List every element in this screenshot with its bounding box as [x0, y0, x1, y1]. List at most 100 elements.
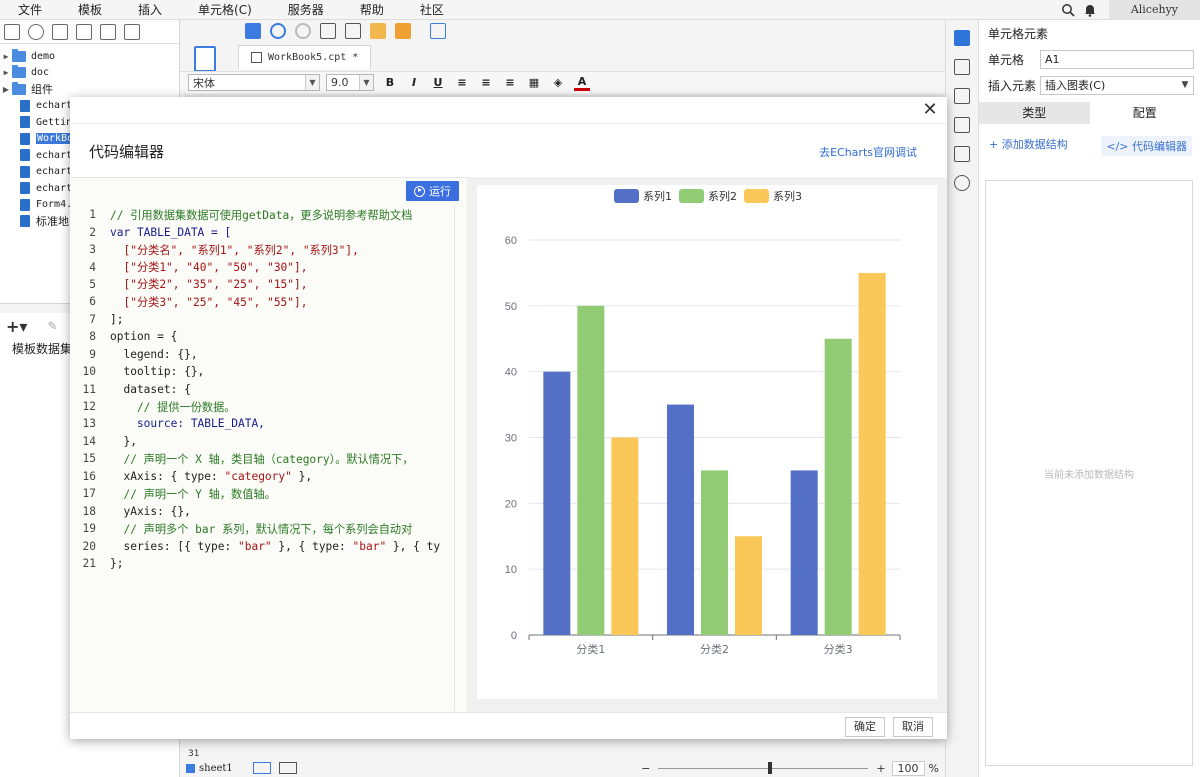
legend-label: 系列2 [708, 189, 737, 203]
menu-insert[interactable]: 插入 [120, 1, 180, 18]
align-right-icon[interactable]: ≡ [502, 75, 518, 91]
zoom-control: − + 100 % [641, 759, 939, 777]
code-text: ["分类2", "35", "25", "15"], [110, 278, 308, 292]
sheet-tab[interactable]: sheet1 [186, 763, 233, 774]
cell-element-icon[interactable] [954, 30, 970, 46]
zoom-slider[interactable] [658, 761, 869, 774]
fill-color-icon[interactable]: ◈ [550, 75, 566, 91]
y-tick-label: 40 [505, 367, 517, 379]
edit-icon[interactable]: ✎ [47, 319, 57, 333]
cut-icon[interactable] [320, 23, 336, 39]
template-icon[interactable] [194, 46, 216, 72]
code-text: ["分类名", "系列1", "系列2", "系列3"], [110, 243, 359, 257]
expand-arrow-icon[interactable]: ▶ [0, 85, 12, 94]
code-line: 12 // 提供一份数据。 [70, 398, 467, 415]
float-element-icon[interactable] [954, 88, 970, 104]
echarts-debug-link[interactable]: 去ECharts官网调试 [819, 144, 917, 160]
tab-config[interactable]: 配置 [1090, 102, 1200, 124]
bar [611, 437, 639, 635]
legend-swatch [679, 189, 704, 203]
run-button[interactable]: 运行 [406, 181, 459, 201]
refresh-icon[interactable] [28, 23, 44, 40]
redo-icon[interactable] [295, 23, 311, 39]
add-sheet-icon[interactable] [252, 762, 271, 774]
align-left-icon[interactable]: ≡ [454, 75, 470, 91]
workbook-tab[interactable]: WorkBook5.cpt * [238, 45, 372, 69]
right-icon-rail [945, 20, 978, 777]
insert-value: 插入图表(C) [1045, 79, 1106, 92]
bold-button[interactable]: B [382, 75, 398, 91]
zoom-out-icon[interactable]: − [641, 762, 650, 775]
file-icon [20, 165, 30, 178]
line-number: 7 [89, 312, 96, 326]
copy-icon[interactable] [124, 23, 140, 40]
tree-item[interactable]: ▶ doc [0, 65, 179, 82]
border-icon[interactable]: ▦ [526, 75, 542, 91]
paste-icon[interactable] [370, 23, 386, 39]
y-tick-label: 50 [505, 301, 517, 313]
cell-input[interactable]: A1 [1040, 49, 1194, 69]
y-tick-label: 60 [505, 235, 517, 247]
code-line: 15 // 声明一个 X 轴，类目轴（category）。默认情况下， [70, 450, 467, 467]
copy-icon[interactable] [345, 23, 361, 39]
cell-attr-icon[interactable] [954, 59, 970, 75]
cancel-button[interactable]: 取消 [893, 717, 933, 737]
menu-help[interactable]: 帮助 [342, 1, 402, 18]
undo-icon[interactable] [270, 23, 286, 39]
insert-select[interactable]: 插入图表(C) ▼ [1040, 75, 1194, 95]
zoom-in-icon[interactable]: + [876, 762, 885, 775]
open-icon[interactable] [52, 23, 68, 40]
line-number: 18 [82, 504, 96, 518]
menu-template[interactable]: 模板 [60, 1, 120, 18]
dataset-label[interactable]: 模板数据集 [12, 340, 72, 357]
line-number: 17 [82, 487, 96, 501]
link-icon[interactable] [954, 175, 970, 191]
code-text: ["分类3", "25", "45", "55"], [110, 295, 308, 309]
add-icon[interactable]: +▾ [6, 317, 27, 336]
menu-cell[interactable]: 单元格(C) [180, 1, 270, 18]
locate-icon[interactable] [76, 23, 92, 40]
font-family-select[interactable]: 宋体 ▼ [188, 74, 320, 91]
preview-icon[interactable] [430, 23, 446, 39]
x-tick-label: 分类1 [576, 642, 605, 656]
zoom-value[interactable]: 100 [891, 760, 925, 776]
delete-icon[interactable] [100, 23, 116, 40]
zoom-knob[interactable] [768, 761, 773, 774]
expand-arrow-icon[interactable]: ▶ [0, 52, 12, 61]
code-line: 7]; [70, 311, 467, 328]
user-name[interactable]: Alicehyy [1108, 0, 1200, 20]
play-icon [414, 185, 425, 197]
code-line: 3 ["分类名", "系列1", "系列2", "系列3"], [70, 241, 467, 258]
code-editor[interactable]: 1 // 引用数据集数据可使用getData，更多说明参考帮助文档 2 var TA… [70, 206, 467, 711]
new-folder-icon[interactable] [4, 23, 20, 40]
tab-type[interactable]: 类型 [979, 102, 1090, 124]
add-report-icon[interactable] [278, 762, 297, 774]
code-line: 11 dataset: { [70, 380, 467, 397]
tree-item[interactable]: ▶ 组件 [0, 81, 179, 98]
condition-icon[interactable] [954, 146, 970, 162]
menu-server[interactable]: 服务器 [270, 1, 342, 18]
add-data-structure-button[interactable]: + 添加数据结构 [989, 136, 1068, 156]
bell-icon[interactable] [1082, 2, 1098, 18]
ok-button[interactable]: 确定 [845, 717, 885, 737]
format-painter-icon[interactable] [395, 23, 411, 39]
font-color-icon[interactable]: A [574, 75, 590, 91]
close-icon[interactable]: ✕ [921, 101, 939, 119]
code-text: // 声明多个 bar 系列，默认情况下，每个系列会自动对 [110, 522, 413, 536]
search-icon[interactable] [1060, 2, 1076, 18]
underline-button[interactable]: U [430, 75, 446, 91]
menu-file[interactable]: 文件 [0, 1, 60, 18]
expand-arrow-icon[interactable]: ▶ [0, 68, 12, 77]
legend-swatch [744, 189, 769, 203]
font-size-select[interactable]: 9.0 ▼ [326, 74, 374, 91]
align-center-icon[interactable]: ≡ [478, 75, 494, 91]
save-icon[interactable] [245, 23, 261, 39]
x-tick-label: 分类2 [700, 642, 729, 656]
code-editor-button[interactable]: </> 代码编辑器 [1101, 136, 1192, 156]
dialog-footer: 确定 取消 [70, 712, 947, 739]
italic-button[interactable]: I [406, 75, 422, 91]
line-number: 16 [82, 469, 96, 483]
widget-icon[interactable] [954, 117, 970, 133]
tree-item[interactable]: ▶ demo [0, 48, 179, 65]
menu-community[interactable]: 社区 [402, 1, 462, 18]
